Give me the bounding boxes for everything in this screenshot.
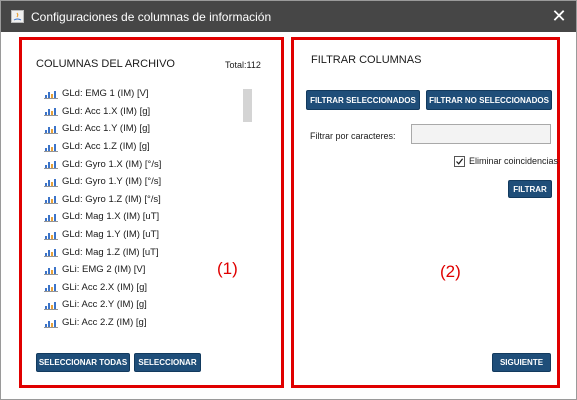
- column-list-item-label: GLi: Acc 2.Z (IM) [g]: [62, 317, 147, 329]
- column-chart-icon: [44, 282, 58, 293]
- column-list-item-label: GLd: EMG 1 (IM) [V]: [62, 88, 149, 100]
- total-count: Total:112: [225, 60, 261, 70]
- column-list-item-label: GLd: Acc 1.Z (IM) [g]: [62, 141, 150, 153]
- filter-button[interactable]: FILTRAR: [508, 180, 552, 198]
- column-list-item-label: GLd: Acc 1.X (IM) [g]: [62, 105, 151, 117]
- column-list-item-label: GLd: Gyro 1.Z (IM) [°/s]: [62, 193, 161, 205]
- column-list-item[interactable]: GLi: Acc 2.Z (IM) [g]: [44, 314, 254, 331]
- column-list-item-label: GLi: Acc 2.X (IM) [g]: [62, 281, 147, 293]
- column-list-item[interactable]: GLd: Acc 1.Z (IM) [g]: [44, 138, 254, 156]
- remove-matches-option[interactable]: Eliminar coincidencias: [454, 154, 558, 168]
- remove-matches-label: Eliminar coincidencias: [469, 156, 559, 166]
- column-chart-icon: [44, 230, 58, 240]
- column-chart-icon: [44, 212, 58, 222]
- column-list-item-label: GLd: Mag 1.Y (IM) [uT]: [62, 229, 159, 241]
- column-list-item[interactable]: GLd: EMG 1 (IM) [V]: [44, 85, 254, 103]
- panel-annotation-2: (2): [440, 262, 461, 281]
- columns-list[interactable]: GLd: EMG 1 (IM) [V] GLd: Acc 1.X (IM) [g]…: [44, 85, 254, 331]
- filter-columns-heading: FILTRAR COLUMNAS: [311, 54, 422, 66]
- remove-matches-checkbox[interactable]: [454, 155, 465, 167]
- column-chart-icon: [44, 194, 58, 205]
- java-app-icon: [11, 10, 24, 23]
- next-button[interactable]: SIGUIENTE: [492, 353, 551, 372]
- close-icon[interactable]: ✕: [549, 7, 569, 27]
- column-list-item[interactable]: GLd: Mag 1.X (IM) [uT]: [44, 208, 254, 226]
- column-chart-icon: [44, 318, 58, 328]
- column-list-item[interactable]: GLi: Acc 2.X (IM) [g]: [44, 279, 254, 297]
- column-chart-icon: [44, 89, 58, 99]
- column-list-item-label: GLd: Gyro 1.X (IM) [°/s]: [62, 158, 162, 170]
- column-list-item-label: GLi: Acc 2.Y (IM) [g]: [62, 299, 147, 311]
- column-list-item-label: GLd: Mag 1.X (IM) [uT]: [62, 211, 160, 223]
- column-list-item[interactable]: GLd: Acc 1.Y (IM) [g]: [44, 120, 254, 138]
- total-label: Total:: [225, 60, 247, 70]
- filter-chars-label: Filtrar por caracteres:: [310, 131, 396, 141]
- column-chart-icon: [44, 265, 58, 275]
- window-title: Configuraciones de columnas de informaci…: [31, 10, 272, 24]
- column-list-item[interactable]: GLi: Acc 2.Y (IM) [g]: [44, 296, 254, 314]
- filter-not-selected-button[interactable]: FILTRAR NO SELECCIONADOS: [426, 90, 552, 110]
- file-columns-panel: COLUMNAS DEL ARCHIVO Total:112 GLd: EMG …: [19, 37, 284, 388]
- select-all-button[interactable]: SELECCIONAR TODAS: [36, 353, 130, 372]
- column-list-item-label: GLd: Gyro 1.Y (IM) [°/s]: [62, 176, 162, 188]
- column-chart-icon: [44, 247, 58, 258]
- filter-selected-button[interactable]: FILTRAR SELECCIONADOS: [306, 90, 420, 110]
- column-list-item[interactable]: GLd: Acc 1.X (IM) [g]: [44, 103, 254, 121]
- column-chart-icon: [44, 300, 58, 310]
- dialog-window: Configuraciones de columnas de informaci…: [0, 0, 577, 400]
- column-list-item-label: GLi: EMG 2 (IM) [V]: [62, 264, 146, 276]
- list-scrollbar[interactable]: [243, 89, 252, 122]
- file-columns-heading: COLUMNAS DEL ARCHIVO: [36, 58, 175, 70]
- column-list-item[interactable]: GLd: Mag 1.Y (IM) [uT]: [44, 226, 254, 244]
- column-chart-icon: [44, 106, 58, 117]
- column-list-item[interactable]: GLd: Gyro 1.X (IM) [°/s]: [44, 155, 254, 173]
- column-list-item-label: GLd: Mag 1.Z (IM) [uT]: [62, 246, 159, 258]
- column-chart-icon: [44, 124, 58, 134]
- column-chart-icon: [44, 159, 58, 170]
- column-chart-icon: [44, 142, 58, 152]
- total-value: 112: [246, 60, 261, 70]
- column-chart-icon: [44, 177, 58, 187]
- select-button[interactable]: SELECCIONAR: [134, 353, 201, 372]
- panel-annotation-1: (1): [217, 259, 238, 278]
- column-list-item[interactable]: GLd: Gyro 1.Y (IM) [°/s]: [44, 173, 254, 191]
- filter-chars-input[interactable]: [411, 124, 551, 144]
- filter-columns-panel: FILTRAR COLUMNAS FILTRAR SELECCIONADOS F…: [291, 37, 560, 388]
- column-list-item-label: GLd: Acc 1.Y (IM) [g]: [62, 123, 150, 135]
- title-bar: Configuraciones de columnas de informaci…: [1, 1, 576, 32]
- column-list-item[interactable]: GLd: Gyro 1.Z (IM) [°/s]: [44, 191, 254, 209]
